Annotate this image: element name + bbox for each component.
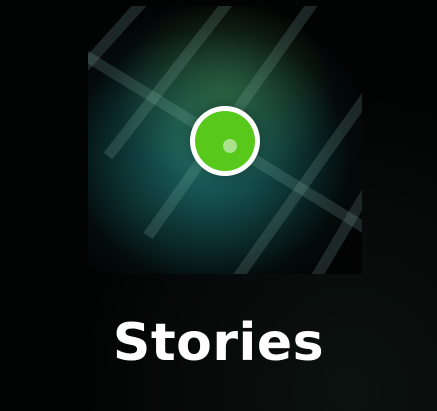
pin-center-dot bbox=[223, 139, 237, 153]
app-label[interactable]: Stories bbox=[0, 308, 437, 378]
pin-fill bbox=[195, 111, 255, 171]
location-pin-icon bbox=[190, 106, 260, 176]
app-launcher-screen: Stories bbox=[0, 0, 437, 411]
